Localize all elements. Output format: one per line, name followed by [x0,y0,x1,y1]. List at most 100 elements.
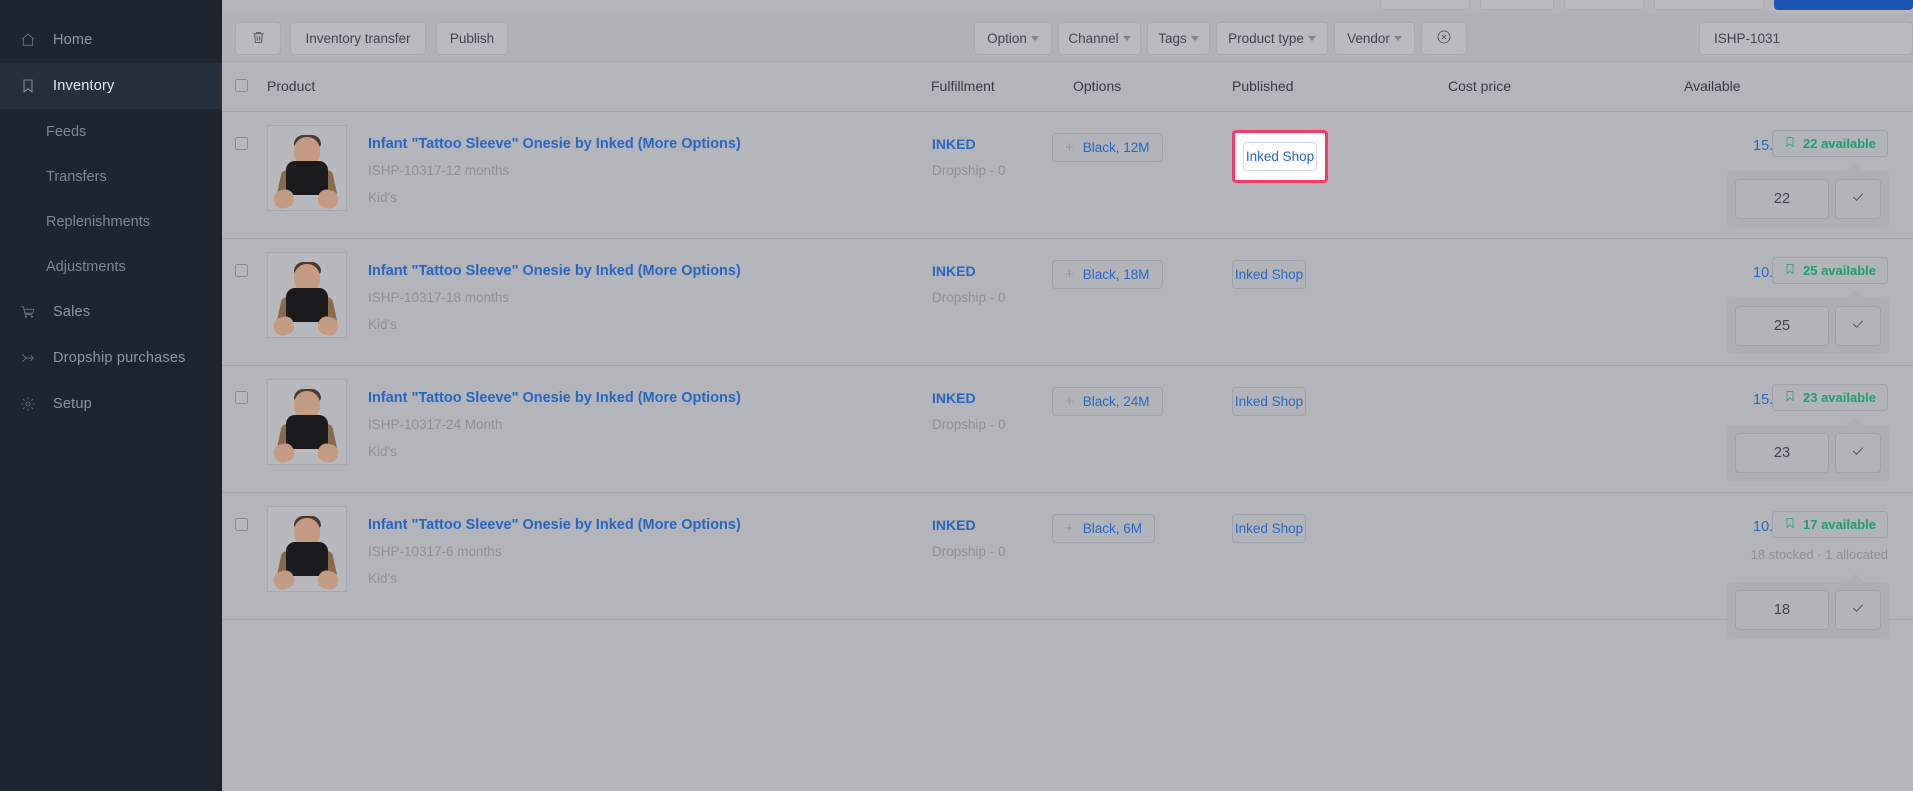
sidebar-item-sales[interactable]: Sales [0,289,222,335]
fulfillment-name: INKED [932,390,976,406]
row-checkbox[interactable] [235,264,248,277]
filter-vendor-label: Vendor [1347,31,1390,46]
trash-icon [251,30,266,48]
clear-search-button[interactable] [1421,22,1467,55]
top-ghost-button-2[interactable] [1480,0,1554,10]
select-all-checkbox[interactable] [235,79,248,92]
column-published: Published [1232,78,1294,94]
available-badge[interactable]: 22 available [1772,130,1888,157]
confirm-quantity-button[interactable] [1835,590,1881,630]
quantity-popover: 23 [1727,417,1889,481]
chevron-down-icon [1030,36,1039,41]
gear-icon [18,395,37,414]
column-product: Product [267,78,316,94]
quantity-popover: 18 [1727,574,1889,638]
top-ghost-button-3[interactable] [1564,0,1644,10]
column-available: Available [1684,78,1741,94]
option-label: Black, 24M [1082,394,1150,409]
table-row: Infant "Tattoo Sleeve" Onesie by Inked (… [222,112,1913,239]
stock-allocation-note: 18 stocked · 1 allocated [1750,547,1888,562]
published-channel-button[interactable]: Inked Shop [1232,514,1306,543]
published-channel-button[interactable]: Inked Shop [1243,142,1317,171]
sidebar-item-label: Adjustments [46,258,126,275]
published-channel-button[interactable]: Inked Shop [1232,387,1306,416]
available-label: 22 available [1803,136,1876,151]
option-button[interactable]: + Black, 18M [1052,260,1163,289]
published-channel-button[interactable]: Inked Shop [1232,260,1306,289]
delete-button[interactable] [235,22,281,55]
fulfillment-sub: Dropship - 0 [932,290,1006,305]
quantity-input[interactable]: 23 [1735,433,1829,473]
quantity-input[interactable]: 25 [1735,306,1829,346]
row-checkbox[interactable] [235,518,248,531]
top-ghost-button-1[interactable] [1380,0,1470,10]
bookmark-icon [1784,517,1796,532]
plus-icon: + [1065,139,1074,156]
highlighted-published-channel-button[interactable]: Inked Shop [1232,130,1328,183]
top-primary-button[interactable] [1774,0,1913,10]
sidebar-item-replenishments[interactable]: Replenishments [0,199,222,244]
option-button[interactable]: + Black, 24M [1052,387,1163,416]
check-icon [1850,600,1866,621]
publish-button[interactable]: Publish [436,22,508,55]
filter-option-dropdown[interactable]: Option [974,22,1052,55]
column-options: Options [1073,78,1122,94]
sidebar-item-feeds[interactable]: Feeds [0,109,222,154]
chevron-down-icon [1122,36,1131,41]
quantity-input[interactable]: 18 [1735,590,1829,630]
available-badge[interactable]: 23 available [1772,384,1888,411]
sidebar-item-home[interactable]: Home [0,17,222,63]
option-label: Black, 18M [1082,267,1150,282]
available-badge[interactable]: 25 available [1772,257,1888,284]
product-title-link[interactable]: Infant "Tattoo Sleeve" Onesie by Inked (… [368,263,741,279]
table-row: Infant "Tattoo Sleeve" Onesie by Inked (… [222,493,1913,638]
available-label: 25 available [1803,263,1876,278]
sidebar-item-transfers[interactable]: Transfers [0,154,222,199]
inventory-transfer-label: Inventory transfer [305,31,411,46]
filter-vendor-dropdown[interactable]: Vendor [1334,22,1415,55]
option-button[interactable]: + Black, 6M [1052,514,1156,543]
sidebar-item-label: Inventory [53,78,115,94]
available-badge[interactable]: 17 available [1772,511,1888,538]
filter-channel-dropdown[interactable]: Channel [1058,22,1141,55]
sidebar-item-dropship-purchases[interactable]: Dropship purchases [0,335,222,381]
inventory-transfer-button[interactable]: Inventory transfer [290,22,426,55]
product-title-link[interactable]: Infant "Tattoo Sleeve" Onesie by Inked (… [368,517,741,533]
product-title-link[interactable]: Infant "Tattoo Sleeve" Onesie by Inked (… [368,390,741,406]
close-circle-icon [1436,29,1452,48]
row-checkbox[interactable] [235,391,248,404]
table-header: Product Fulfillment Options Published Co… [222,62,1913,112]
plus-icon: + [1065,520,1074,537]
quantity-input[interactable]: 22 [1735,179,1829,219]
sidebar-item-inventory[interactable]: Inventory [0,63,222,109]
check-icon [1850,189,1866,210]
filter-product-type-dropdown[interactable]: Product type [1216,22,1328,55]
product-thumbnail [267,125,347,211]
product-thumbnail [267,379,347,465]
confirm-quantity-button[interactable] [1835,179,1881,219]
sidebar-item-setup[interactable]: Setup [0,381,222,427]
option-button[interactable]: + Black, 12M [1052,133,1163,162]
product-sku: ISHP-10317-24 Month [368,417,503,432]
product-sku: ISHP-10317-18 months [368,290,510,305]
top-ghost-button-4[interactable] [1654,0,1764,10]
sidebar: Home Inventory Feeds Transfers Replenish… [0,0,222,791]
filter-tags-label: Tags [1158,31,1187,46]
published-channel-label: Inked Shop [1234,394,1304,409]
top-button-strip [222,0,1913,12]
product-title-link[interactable]: Infant "Tattoo Sleeve" Onesie by Inked (… [368,136,741,152]
sidebar-item-adjustments[interactable]: Adjustments [0,244,222,289]
filter-tags-dropdown[interactable]: Tags [1147,22,1210,55]
sidebar-item-label: Replenishments [46,213,150,230]
available-label: 23 available [1803,390,1876,405]
row-checkbox[interactable] [235,137,248,150]
sidebar-item-label: Setup [53,396,92,412]
product-sku: ISHP-10317-12 months [368,163,510,178]
bookmark-icon [1784,136,1796,151]
cart-icon [18,303,37,322]
search-input[interactable]: ISHP-1031 [1699,22,1913,55]
confirm-quantity-button[interactable] [1835,306,1881,346]
publish-label: Publish [449,31,495,46]
filter-channel-label: Channel [1068,31,1119,46]
confirm-quantity-button[interactable] [1835,433,1881,473]
